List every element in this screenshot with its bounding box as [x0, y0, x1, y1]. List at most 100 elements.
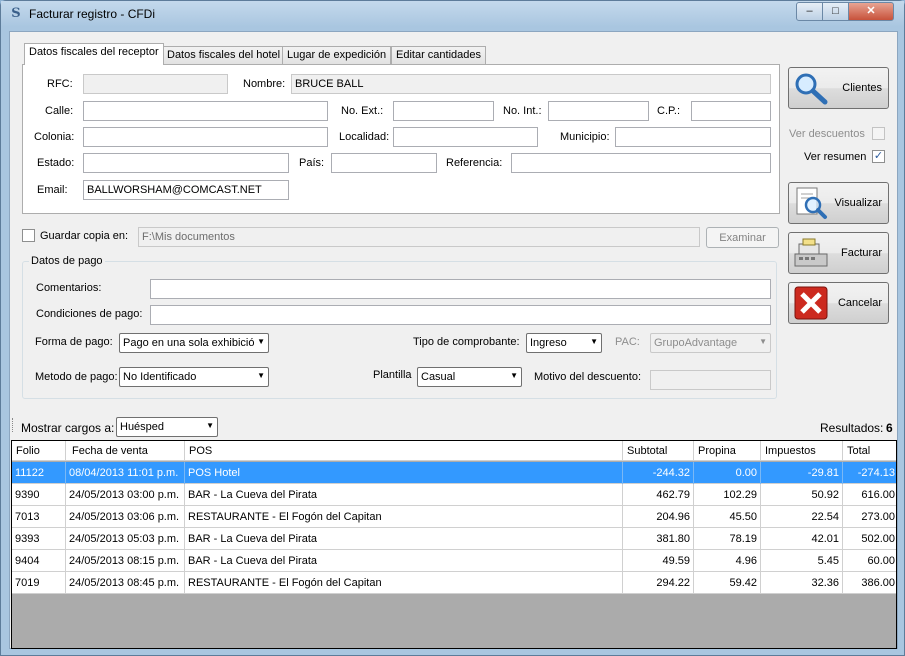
table-row[interactable]: 9404 24/05/2013 08:15 p.m. BAR - La Cueva … — [12, 550, 896, 572]
email-field[interactable]: BALLWORSHAM@COMCAST.NET — [83, 180, 289, 200]
plantilla-select[interactable]: Casual ▼ — [417, 367, 522, 387]
chevron-down-icon: ▼ — [510, 371, 518, 380]
cell-folio: 9404 — [12, 550, 66, 572]
copia-path-field[interactable]: F:\Mis documentos — [138, 227, 700, 247]
col-header-propina[interactable]: Propina — [694, 441, 761, 461]
noint-field[interactable] — [548, 101, 649, 121]
close-button[interactable]: ✕ — [848, 2, 894, 21]
facturar-label: Facturar — [841, 247, 882, 259]
pais-field[interactable] — [331, 153, 437, 173]
cell-total: 60.00 — [867, 555, 895, 567]
clientes-button[interactable]: Clientes — [788, 67, 889, 109]
comentarios-field[interactable] — [150, 279, 771, 299]
cargos-grid[interactable]: Folio Fecha de venta POS Subtotal Propin… — [11, 440, 897, 649]
ver-descuentos-checkbox[interactable] — [872, 127, 885, 140]
table-row[interactable]: 11122 08/04/2013 11:01 p.m. POS Hotel -244.… — [12, 462, 896, 484]
cell-folio: 11122 — [12, 462, 66, 484]
cell-total: 616.00 — [861, 489, 895, 501]
cell-impuestos: 5.45 — [761, 550, 843, 572]
referencia-label: Referencia: — [446, 157, 503, 169]
toolbar-grip[interactable] — [12, 418, 14, 432]
comentarios-label: Comentarios: — [36, 282, 102, 294]
tab-datos-hotel[interactable]: Datos fiscales del hotel — [162, 46, 286, 64]
col-header-impuestos[interactable]: Impuestos — [761, 441, 843, 461]
table-row[interactable]: 9393 24/05/2013 05:03 p.m. BAR - La Cueva … — [12, 528, 896, 550]
cell-subtotal: -244.32 — [623, 462, 694, 484]
cell-total: 386.00 — [861, 577, 895, 589]
col-header-pos[interactable]: POS — [185, 441, 623, 461]
cell-folio: 7013 — [12, 506, 66, 528]
col-header-fecha[interactable]: Fecha de venta — [66, 441, 185, 461]
estado-field[interactable] — [83, 153, 289, 173]
nombre-label: Nombre: — [243, 78, 286, 90]
tab-datos-receptor[interactable]: Datos fiscales del receptor — [24, 43, 164, 65]
visualizar-label: Visualizar — [834, 197, 883, 209]
clientes-label: Clientes — [842, 82, 882, 94]
cell-propina: 45.50 — [694, 506, 761, 528]
maximize-button[interactable]: □ — [822, 2, 849, 21]
localidad-label: Localidad: — [339, 131, 390, 143]
rfc-field[interactable] — [83, 74, 228, 94]
metodo-pago-select[interactable]: No Identificado ▼ — [119, 367, 269, 387]
pac-label: PAC: — [615, 336, 640, 348]
main-window: S Facturar registro - CFDi – □ ✕ Datos f… — [0, 0, 905, 656]
localidad-field[interactable] — [393, 127, 538, 147]
minimize-button[interactable]: – — [796, 2, 823, 21]
cell-total: -274.13 — [857, 467, 895, 479]
email-label: Email: — [37, 184, 68, 196]
preview-icon — [796, 187, 827, 219]
cell-propina: 102.29 — [694, 484, 761, 506]
cell-propina: 78.19 — [694, 528, 761, 550]
tab-lugar-expedicion[interactable]: Lugar de expedición — [282, 46, 392, 64]
col-header-folio[interactable]: Folio — [12, 441, 66, 461]
examinar-button[interactable]: Examinar — [706, 227, 779, 248]
mostrar-cargos-select[interactable]: Huésped ▼ — [116, 417, 218, 437]
referencia-field[interactable] — [511, 153, 771, 173]
cancelar-label: Cancelar — [837, 297, 882, 309]
cp-field[interactable] — [691, 101, 771, 121]
cell-propina: 4.96 — [694, 550, 761, 572]
cash-register-icon — [794, 238, 828, 267]
table-row[interactable]: 9390 24/05/2013 03:00 p.m. BAR - La Cueva … — [12, 484, 896, 506]
municipio-field[interactable] — [615, 127, 771, 147]
cell-fecha: 24/05/2013 03:06 p.m. — [66, 506, 185, 528]
calle-label: Calle: — [45, 105, 74, 117]
window-title: Facturar registro - CFDi — [29, 7, 156, 21]
cell-folio: 9393 — [12, 528, 66, 550]
visualizar-button[interactable]: Visualizar — [788, 182, 889, 224]
colonia-field[interactable] — [83, 127, 328, 147]
cell-folio: 9390 — [12, 484, 66, 506]
nombre-field[interactable]: BRUCE BALL — [291, 74, 771, 94]
calle-field[interactable] — [83, 101, 328, 121]
forma-pago-value: Pago en una sola exhibició — [123, 337, 255, 349]
title-bar[interactable]: S Facturar registro - CFDi – □ ✕ — [1, 1, 904, 27]
table-row[interactable]: 7019 24/05/2013 08:45 p.m. RESTAURANTE - E… — [12, 572, 896, 594]
cell-impuestos: -29.81 — [761, 462, 843, 484]
condiciones-field[interactable] — [150, 305, 771, 325]
pac-select[interactable]: GrupoAdvantage ▼ — [650, 333, 771, 353]
tab-editar-cantidades[interactable]: Editar cantidades — [391, 46, 486, 64]
col-header-subtotal[interactable]: Subtotal — [623, 441, 694, 461]
col-header-total[interactable]: Total — [843, 441, 896, 461]
cell-fecha: 24/05/2013 08:45 p.m. — [66, 572, 185, 594]
cell-propina: 0.00 — [694, 462, 761, 484]
cell-subtotal: 462.79 — [623, 484, 694, 506]
tipo-comprobante-select[interactable]: Ingreso ▼ — [526, 333, 602, 353]
metodo-pago-label: Metodo de pago: — [35, 371, 118, 383]
table-row[interactable]: 7013 24/05/2013 03:06 p.m. RESTAURANTE - E… — [12, 506, 896, 528]
motivo-descuento-field[interactable] — [650, 370, 771, 390]
cell-impuestos: 50.92 — [761, 484, 843, 506]
facturar-button[interactable]: Facturar — [788, 232, 889, 274]
plantilla-label: Plantilla — [373, 369, 412, 381]
mostrar-cargos-value: Huésped — [120, 421, 165, 433]
guardar-copia-checkbox[interactable] — [22, 229, 35, 242]
cp-label: C.P.: — [657, 105, 681, 117]
cancelar-button[interactable]: Cancelar — [788, 282, 889, 324]
pac-value: GrupoAdvantage — [654, 337, 738, 349]
ver-descuentos-label: Ver descuentos — [789, 128, 865, 140]
cell-pos: RESTAURANTE - El Fogón del Capitan — [185, 506, 623, 528]
plantilla-value: Casual — [421, 371, 456, 383]
ver-resumen-checkbox[interactable]: ✓ — [872, 150, 885, 163]
forma-pago-select[interactable]: Pago en una sola exhibició ▼ — [119, 333, 269, 353]
noext-field[interactable] — [393, 101, 494, 121]
